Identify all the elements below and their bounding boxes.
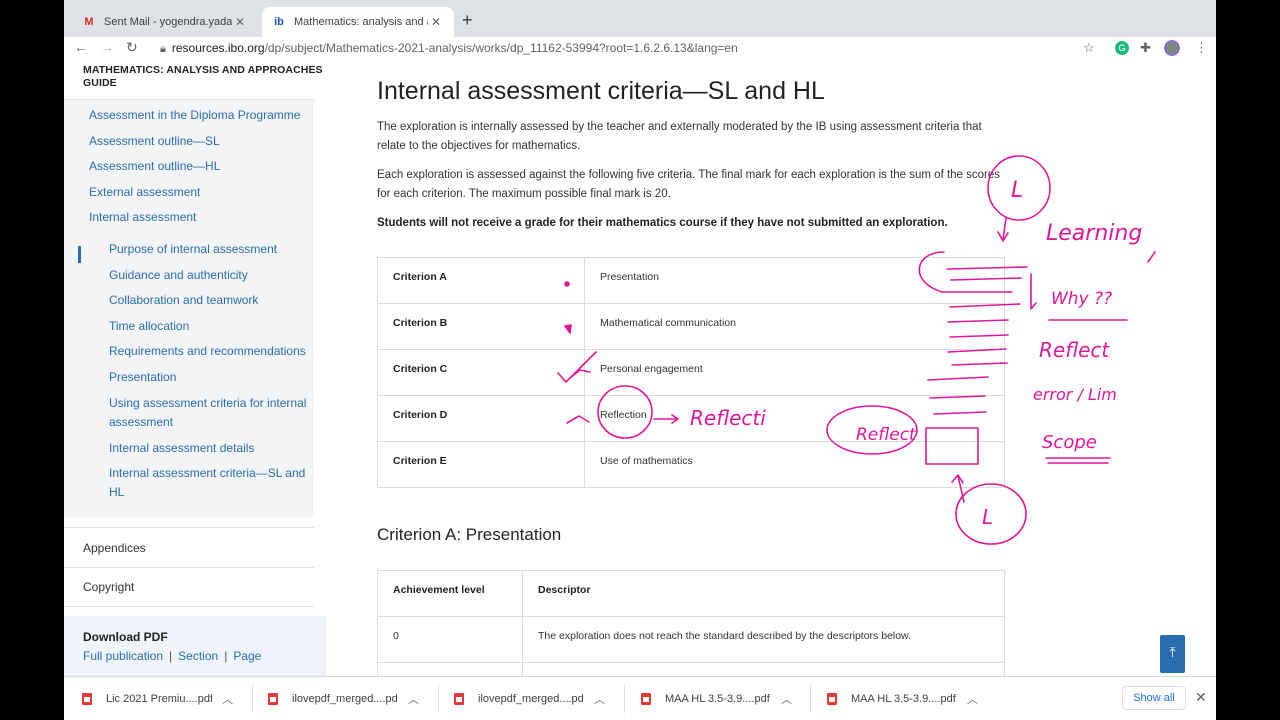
download-filename: MAA HL 3.5-3.9....pdf: [665, 693, 770, 705]
ink-arrow-down: [1030, 273, 1037, 310]
chevron-up-icon[interactable]: ︿: [781, 691, 792, 707]
ink-text-learning: Learning: [1046, 221, 1142, 246]
ib-icon: ib: [274, 16, 284, 28]
divider: [252, 685, 253, 713]
extensions-icon[interactable]: ✚: [1140, 40, 1151, 56]
tab-sent-mail[interactable]: M Sent Mail - yogendra.yadav@o ✕: [72, 7, 258, 37]
menu-icon[interactable]: ⋮: [1195, 40, 1208, 56]
close-icon[interactable]: ✕: [428, 15, 444, 29]
lock-icon: 🔒︎: [160, 43, 166, 55]
ink-text-l-bottom: L: [982, 505, 993, 529]
ink-dot: [564, 281, 570, 287]
tab-title: Sent Mail - yogendra.yadav@o: [104, 16, 232, 28]
tab-title: Mathematics: analysis and app: [294, 16, 428, 28]
download-filename: ilovepdf_merged....pdf: [478, 693, 584, 705]
divider: [438, 685, 439, 713]
ink-text-scope: Scope: [1042, 432, 1097, 453]
ink-text-why: Why ??: [1051, 289, 1112, 309]
back-to-top-button[interactable]: ⤒: [1160, 635, 1185, 673]
browser-toolbar: ← → ↻ 🔒︎ resources.ibo.org/dp/subject/Mat…: [64, 37, 1216, 61]
pdf-icon: [268, 693, 278, 705]
ink-bracket: [918, 251, 1013, 293]
ink-text-reflect: Reflect: [1039, 338, 1110, 362]
chevron-up-icon[interactable]: ︿: [222, 691, 233, 707]
download-item[interactable]: MAA HL 3.5-3.9....pdf ︿: [827, 677, 978, 720]
pdf-icon: [827, 693, 837, 705]
gmail-icon: M: [84, 16, 94, 28]
address-bar[interactable]: 🔒︎ resources.ibo.org/dp/subject/Mathemati…: [160, 41, 738, 56]
star-icon[interactable]: ☆: [1083, 40, 1095, 56]
avatar[interactable]: [1164, 40, 1180, 56]
reload-icon[interactable]: ↻: [126, 39, 138, 56]
forward-icon[interactable]: →: [100, 39, 114, 55]
ink-box: [925, 427, 979, 465]
chevron-up-icon[interactable]: ︿: [967, 691, 978, 707]
close-icon[interactable]: ✕: [232, 15, 248, 29]
ink-check: [557, 351, 597, 383]
download-item[interactable]: ilovepdf_merged....pdf ︿: [268, 677, 419, 720]
divider: [810, 685, 811, 713]
download-filename: Lic 2021 Premiu....pdf: [106, 693, 212, 705]
download-item[interactable]: MAA HL 3.5-3.9....pdf ︿: [641, 677, 792, 720]
show-all-button[interactable]: Show all: [1122, 686, 1186, 710]
ink-text-reflecti: Reflecti: [690, 406, 766, 430]
new-tab-icon[interactable]: +: [462, 10, 473, 31]
ink-text-l: L: [1011, 178, 1023, 203]
handwritten-annotations: Reflecti L Learning Why ?? Reflect error…: [557, 155, 1156, 545]
page: MATHEMATICS: ANALYSIS AND APPROACHES GUI…: [64, 62, 1216, 676]
downloads-bar: Lic 2021 Premiu....pdf ︿ ilovepdf_merged…: [64, 676, 1216, 720]
ink-circle-reflection: [597, 385, 653, 439]
ink-lines: [927, 303, 1021, 415]
download-item[interactable]: Lic 2021 Premiu....pdf ︿: [82, 677, 233, 720]
browser-window: M Sent Mail - yogendra.yadav@o ✕ ib Math…: [64, 0, 1216, 720]
divider: [624, 685, 625, 713]
chevron-up-icon[interactable]: ︿: [594, 691, 605, 707]
pdf-icon: [454, 693, 464, 705]
ink-stroke: [1147, 251, 1156, 263]
close-icon[interactable]: ✕: [1195, 689, 1207, 706]
ink-text-error-lim: error / Lim: [1033, 385, 1117, 404]
chevron-up-icon[interactable]: ︿: [408, 691, 419, 707]
grammarly-icon[interactable]: G: [1115, 41, 1129, 55]
url-path: /dp/subject/Mathematics-2021-analysis/wo…: [264, 41, 738, 55]
ink-mark: [564, 324, 572, 334]
ink-underline: [1045, 457, 1111, 464]
pdf-icon: [82, 693, 92, 705]
download-filename: ilovepdf_merged....pdf: [292, 693, 398, 705]
url-host: resources.ibo.org: [171, 41, 265, 55]
download-item[interactable]: ilovepdf_merged....pdf ︿: [454, 677, 605, 720]
ink-arrow: [653, 414, 679, 424]
tab-mathematics[interactable]: ib Mathematics: analysis and app ✕: [262, 7, 454, 37]
ink-text-reflect-circled: Reflect: [856, 425, 917, 445]
pdf-icon: [641, 693, 651, 705]
ink-arrow-down: [997, 217, 1009, 242]
ink-lines: [946, 266, 1028, 281]
back-icon[interactable]: ←: [74, 39, 88, 55]
ink-mark: [566, 415, 590, 424]
download-filename: MAA HL 3.5-3.9....pdf: [851, 693, 956, 705]
tab-strip: M Sent Mail - yogendra.yadav@o ✕ ib Math…: [64, 0, 1216, 37]
